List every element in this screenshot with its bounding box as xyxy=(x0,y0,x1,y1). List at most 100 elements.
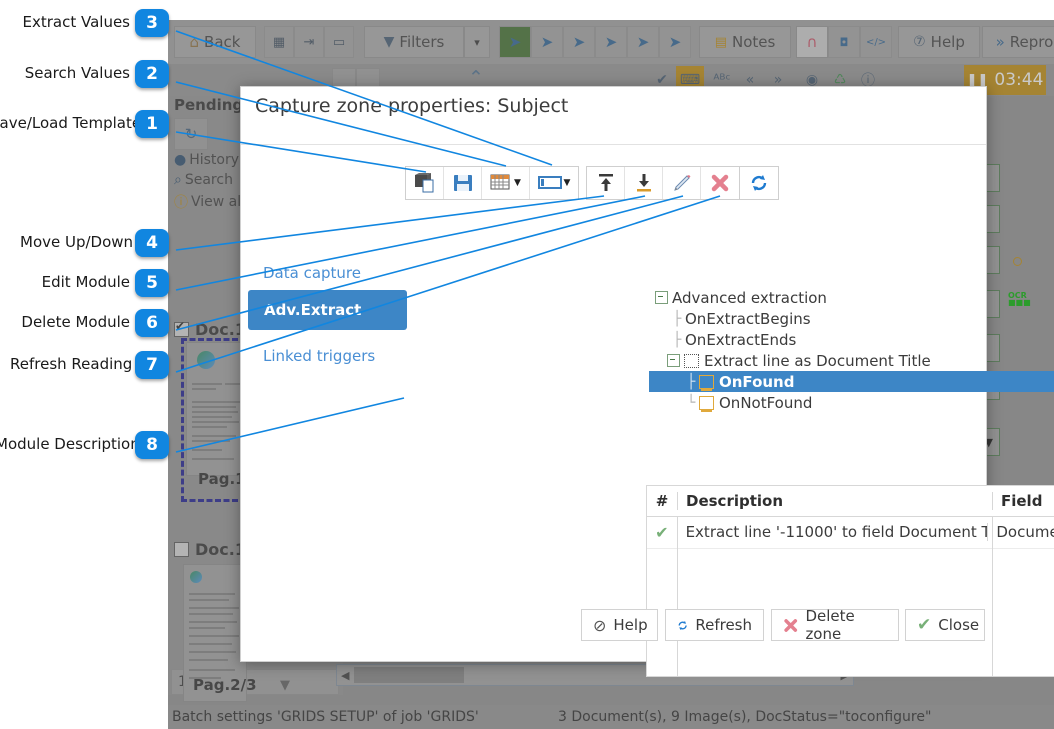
notes-icon: ▤ xyxy=(714,34,727,50)
search-icon: ⌕ xyxy=(174,172,182,188)
reprocess-button[interactable]: » Reprocess xyxy=(982,26,1054,58)
history-link[interactable]: ● History xyxy=(174,152,239,168)
tree-node-label: OnFound xyxy=(719,372,795,391)
page-label: Pag.2/3 xyxy=(193,676,257,694)
user-icon: ● xyxy=(174,152,187,168)
tree-node-onextractbegins[interactable]: ├ OnExtractBegins xyxy=(649,308,1054,329)
tree-node-extract-line[interactable]: Extract line as Document Title xyxy=(649,350,1054,371)
dialog-title: Capture zone properties: Subject xyxy=(255,95,569,117)
delete-zone-button[interactable]: Delete zone xyxy=(771,607,899,643)
delete-module-button[interactable] xyxy=(701,167,739,199)
status-right: 3 Document(s), 9 Image(s), DocStatus="to… xyxy=(558,709,932,725)
delete-module-icon xyxy=(711,174,729,192)
doc-checkbox[interactable] xyxy=(174,542,189,557)
filters-dropdown[interactable]: ▾ xyxy=(464,26,490,58)
tab-linked-triggers[interactable]: Linked triggers xyxy=(263,347,375,365)
table-header: # Description Field Value xyxy=(647,486,1054,517)
collapse-toggle-icon[interactable] xyxy=(667,354,680,367)
callout-label-4: Move Up/Down xyxy=(20,233,134,251)
save-load-template-button[interactable] xyxy=(406,167,444,199)
close-button[interactable]: ✔ Close xyxy=(905,609,985,641)
save-load-template-icon xyxy=(414,173,433,193)
select-link-icon: ➤ xyxy=(668,33,682,51)
refresh-reading-icon xyxy=(751,175,767,191)
refresh-reading-button[interactable] xyxy=(740,167,778,199)
code-button[interactable]: </> xyxy=(860,26,892,58)
tree-node-advanced-extraction[interactable]: Advanced extraction xyxy=(649,287,1054,308)
select-tag-tool[interactable]: ➤ xyxy=(563,26,595,58)
fields-button[interactable]: ◘ xyxy=(828,26,860,58)
select-add-tool[interactable]: ➤ xyxy=(595,26,627,58)
fields-icon: ◘ xyxy=(839,35,849,49)
tab-data-capture[interactable]: Data capture xyxy=(263,264,361,282)
row-description: Extract line '-11000' to field Document … xyxy=(676,523,987,541)
select-text-tool[interactable]: ➤ xyxy=(531,26,563,58)
capture-zone-properties-dialog: Capture zone properties: Subject Data ca… xyxy=(240,86,1054,677)
event-icon xyxy=(699,395,714,412)
code-icon: </> xyxy=(865,36,887,48)
tree-line-icon: ├ xyxy=(687,373,696,390)
select-image-icon: ➤ xyxy=(636,33,650,51)
column-header-field: Field xyxy=(992,492,1054,510)
help-button[interactable]: ⊘ Help xyxy=(581,609,658,641)
history-label: History xyxy=(189,152,240,168)
search-values-button[interactable]: ▼ xyxy=(482,167,530,199)
timer-value: 03:44 xyxy=(994,70,1044,90)
callout-label-2: Search Values xyxy=(24,64,130,82)
tree-node-onextractends[interactable]: ├ OnExtractEnds xyxy=(649,329,1054,350)
home-icon: ⌂ xyxy=(189,33,200,51)
search-values-icon xyxy=(490,174,510,190)
callout-badge-7: 7 xyxy=(135,351,169,379)
tree-line-icon: ├ xyxy=(673,310,682,327)
panel-view-button[interactable]: ▭ xyxy=(324,26,354,58)
page-root: ⌂ Back ▦ ⇥ ▭ ▼ Filters ▾ ➤ ➤ ➤ ➤ ➤ ➤ ▤ N… xyxy=(0,0,1054,729)
select-tag-icon: ➤ xyxy=(572,33,586,51)
save-button[interactable] xyxy=(444,167,482,199)
refresh-button[interactable]: Refresh xyxy=(665,609,764,641)
indent-icon: ⇥ xyxy=(303,34,315,50)
search-label: Search xyxy=(184,172,233,188)
move-down-button[interactable] xyxy=(625,167,663,199)
back-button[interactable]: ⌂ Back xyxy=(174,26,256,58)
page-thumbnail[interactable] xyxy=(186,342,246,476)
scrollbar-thumb[interactable] xyxy=(354,667,464,683)
edit-module-button[interactable] xyxy=(663,167,701,199)
panel-refresh-button[interactable]: ↻ xyxy=(174,118,208,150)
callout-badge-5: 5 xyxy=(135,269,169,297)
magnet-button[interactable]: ∩ xyxy=(796,26,828,58)
status-dot xyxy=(1013,257,1022,266)
extract-values-button[interactable]: ▼ xyxy=(530,167,578,199)
tab-adv-extract[interactable]: Adv.Extract xyxy=(248,290,407,330)
doc-label: Doc.1 xyxy=(195,320,246,339)
help-button[interactable]: ⑦ Help xyxy=(898,26,980,58)
status-left: Batch settings 'GRIDS SETUP' of job 'GRI… xyxy=(172,709,479,725)
scroll-left-icon[interactable]: ◀ xyxy=(341,669,349,682)
tree-node-label: OnExtractEnds xyxy=(685,330,797,349)
select-image-tool[interactable]: ➤ xyxy=(627,26,659,58)
move-up-button[interactable] xyxy=(587,167,625,199)
magnet-icon: ∩ xyxy=(806,33,818,51)
notes-button[interactable]: ▤ Notes xyxy=(699,26,791,58)
collapse-toggle-icon[interactable] xyxy=(655,291,668,304)
results-table: # Description Field Value ✔ Extract line… xyxy=(646,485,1054,677)
filters-label: Filters xyxy=(399,33,445,51)
view-all-link[interactable]: ⓘ View all xyxy=(174,192,245,212)
tree-node-onfound[interactable]: ├ OnFound xyxy=(649,371,1054,392)
callout-badge-3: 3 xyxy=(135,9,169,37)
event-icon xyxy=(699,374,714,391)
chevron-down-icon[interactable]: ▼ xyxy=(280,678,290,693)
search-link[interactable]: ⌕ Search xyxy=(174,172,233,188)
callout-badge-6: 6 xyxy=(135,309,169,337)
callout-label-7: Refresh Reading xyxy=(10,355,133,373)
indent-view-button[interactable]: ⇥ xyxy=(294,26,324,58)
callout-badge-1: 1 xyxy=(135,110,169,138)
filters-button[interactable]: ▼ Filters xyxy=(364,26,464,58)
grid-view-button[interactable]: ▦ xyxy=(264,26,294,58)
chevron-down-icon: ▼ xyxy=(563,178,571,188)
doc-checkbox[interactable] xyxy=(174,319,189,337)
select-link-tool[interactable]: ➤ xyxy=(659,26,691,58)
tree-node-label: Advanced extraction xyxy=(672,288,827,307)
select-zone-icon: ➤ xyxy=(508,33,522,51)
select-zone-tool[interactable]: ➤ xyxy=(499,26,531,58)
tree-node-onnotfound[interactable]: └ OnNotFound xyxy=(649,392,1054,413)
